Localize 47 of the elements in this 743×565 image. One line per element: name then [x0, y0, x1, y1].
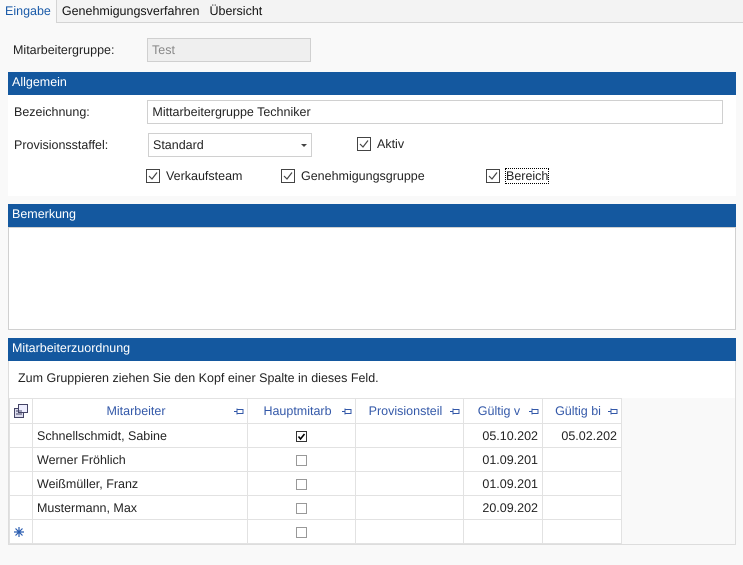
checkbox-label[interactable]: Verkaufsteam — [166, 168, 242, 182]
pin-icon — [450, 408, 460, 415]
new-row-icon — [14, 526, 24, 536]
section-header: Mitarbeiterzuordnung — [8, 338, 736, 361]
checkbox[interactable] — [486, 168, 500, 182]
field-label: Bezeichnung: — [14, 105, 91, 119]
table-cell: Mustermann, Max — [32, 496, 248, 520]
checkbox-label[interactable]: Genehmigungsgruppe — [301, 168, 425, 182]
column-header[interactable]: Hauptmitarb — [248, 398, 356, 424]
column-header[interactable]: Mitarbeiter — [32, 398, 248, 424]
checkbox[interactable] — [296, 526, 307, 538]
table-cell: 05.10.202 — [464, 424, 542, 448]
table-cell: Weißmüller, Franz — [32, 472, 248, 496]
pin-icon — [234, 408, 244, 415]
checkbox[interactable] — [357, 136, 371, 150]
checkbox[interactable] — [296, 454, 307, 466]
dropdown[interactable]: Standard — [148, 133, 312, 157]
pin-icon — [342, 408, 352, 415]
checkbox[interactable] — [296, 478, 307, 490]
checkbox[interactable] — [281, 168, 295, 182]
checkbox-label[interactable]: Aktiv — [377, 136, 404, 150]
caret-icon — [301, 144, 307, 146]
checkbox[interactable] — [296, 430, 307, 442]
pin-icon — [608, 408, 618, 415]
table-cell: 05.02.202 — [542, 424, 622, 448]
column-header[interactable]: Provisionsteil — [356, 398, 464, 424]
checkbox[interactable] — [296, 502, 307, 514]
tab[interactable]: Genehmigungsverfahren — [56, 0, 204, 22]
section-header: Bemerkung — [8, 204, 736, 227]
checkbox-label[interactable]: Bereich — [506, 168, 548, 182]
field-label: Provisionsstaffel: — [14, 138, 110, 152]
group-panel-hint: Zum Gruppieren ziehen Sie den Kopf einer Spalte in dieses Feld. — [9, 361, 735, 398]
table-cell: 20.09.202 — [464, 496, 542, 520]
checkbox[interactable] — [146, 168, 160, 182]
column-header[interactable]: Gültig v — [464, 398, 542, 424]
table-cell: Schnellschmidt, Sabine — [32, 424, 248, 448]
input-field[interactable]: Mittarbeitergruppe Techniker — [147, 100, 723, 124]
pin-icon — [529, 408, 539, 415]
section-header: Allgemein — [8, 72, 736, 95]
tab[interactable]: Übersicht — [204, 0, 268, 22]
table-cell: 01.09.201 — [464, 472, 542, 496]
table-cell: 01.09.201 — [464, 448, 542, 472]
tab[interactable]: Eingabe — [0, 0, 57, 23]
table-cell: Werner Fröhlich — [32, 448, 248, 472]
column-chooser-icon[interactable] — [14, 404, 28, 418]
column-header[interactable]: Gültig bi — [542, 398, 622, 424]
field-label: Mitarbeitergruppe: — [13, 43, 116, 57]
